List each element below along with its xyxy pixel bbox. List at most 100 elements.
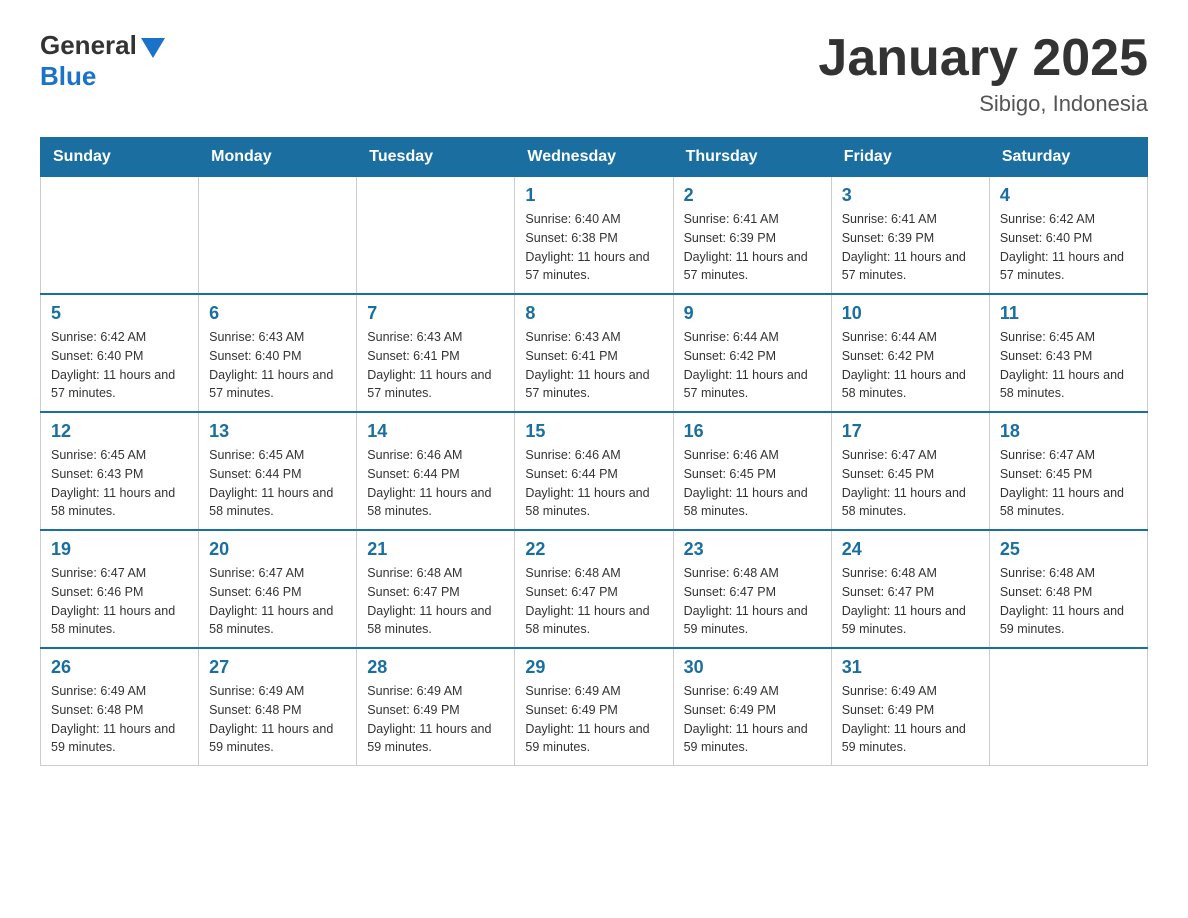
calendar-cell: [41, 177, 199, 295]
day-number: 24: [842, 539, 979, 560]
day-number: 25: [1000, 539, 1137, 560]
day-info: Sunrise: 6:43 AM Sunset: 6:41 PM Dayligh…: [525, 328, 662, 403]
day-number: 23: [684, 539, 821, 560]
day-number: 1: [525, 185, 662, 206]
logo-blue: Blue: [40, 61, 96, 92]
day-number: 26: [51, 657, 188, 678]
calendar-week-row: 1 Sunrise: 6:40 AM Sunset: 6:38 PM Daylig…: [41, 177, 1148, 295]
calendar-cell: 21 Sunrise: 6:48 AM Sunset: 6:47 PM Dayli…: [357, 530, 515, 648]
calendar-cell: [357, 177, 515, 295]
day-number: 14: [367, 421, 504, 442]
calendar-cell: 14 Sunrise: 6:46 AM Sunset: 6:44 PM Dayli…: [357, 412, 515, 530]
day-info: Sunrise: 6:47 AM Sunset: 6:46 PM Dayligh…: [209, 564, 346, 639]
day-number: 31: [842, 657, 979, 678]
day-number: 13: [209, 421, 346, 442]
calendar-cell: 11 Sunrise: 6:45 AM Sunset: 6:43 PM Dayli…: [989, 294, 1147, 412]
day-info: Sunrise: 6:48 AM Sunset: 6:47 PM Dayligh…: [842, 564, 979, 639]
day-number: 11: [1000, 303, 1137, 324]
calendar-cell: 30 Sunrise: 6:49 AM Sunset: 6:49 PM Dayli…: [673, 648, 831, 766]
day-header-sunday: Sunday: [41, 138, 199, 177]
day-header-monday: Monday: [199, 138, 357, 177]
calendar-cell: 17 Sunrise: 6:47 AM Sunset: 6:45 PM Dayli…: [831, 412, 989, 530]
day-info: Sunrise: 6:44 AM Sunset: 6:42 PM Dayligh…: [684, 328, 821, 403]
day-info: Sunrise: 6:46 AM Sunset: 6:44 PM Dayligh…: [367, 446, 504, 521]
day-info: Sunrise: 6:43 AM Sunset: 6:40 PM Dayligh…: [209, 328, 346, 403]
day-info: Sunrise: 6:48 AM Sunset: 6:47 PM Dayligh…: [367, 564, 504, 639]
day-number: 3: [842, 185, 979, 206]
calendar-cell: 13 Sunrise: 6:45 AM Sunset: 6:44 PM Dayli…: [199, 412, 357, 530]
calendar-cell: 26 Sunrise: 6:49 AM Sunset: 6:48 PM Dayli…: [41, 648, 199, 766]
calendar-cell: 24 Sunrise: 6:48 AM Sunset: 6:47 PM Dayli…: [831, 530, 989, 648]
day-number: 17: [842, 421, 979, 442]
day-header-saturday: Saturday: [989, 138, 1147, 177]
day-info: Sunrise: 6:48 AM Sunset: 6:48 PM Dayligh…: [1000, 564, 1137, 639]
day-info: Sunrise: 6:49 AM Sunset: 6:48 PM Dayligh…: [51, 682, 188, 757]
logo-triangle-icon: [141, 38, 165, 58]
day-number: 16: [684, 421, 821, 442]
day-info: Sunrise: 6:46 AM Sunset: 6:45 PM Dayligh…: [684, 446, 821, 521]
calendar-cell: 31Sunrise: 6:49 AM Sunset: 6:49 PM Dayli…: [831, 648, 989, 766]
calendar-cell: 19 Sunrise: 6:47 AM Sunset: 6:46 PM Dayli…: [41, 530, 199, 648]
calendar-cell: 7Sunrise: 6:43 AM Sunset: 6:41 PM Daylig…: [357, 294, 515, 412]
day-info: Sunrise: 6:41 AM Sunset: 6:39 PM Dayligh…: [842, 210, 979, 285]
day-number: 18: [1000, 421, 1137, 442]
calendar-cell: 10Sunrise: 6:44 AM Sunset: 6:42 PM Dayli…: [831, 294, 989, 412]
day-info: Sunrise: 6:40 AM Sunset: 6:38 PM Dayligh…: [525, 210, 662, 285]
logo: General Blue: [40, 30, 165, 92]
day-info: Sunrise: 6:45 AM Sunset: 6:43 PM Dayligh…: [1000, 328, 1137, 403]
day-info: Sunrise: 6:49 AM Sunset: 6:49 PM Dayligh…: [684, 682, 821, 757]
calendar-cell: [989, 648, 1147, 766]
day-number: 21: [367, 539, 504, 560]
calendar-cell: 1 Sunrise: 6:40 AM Sunset: 6:38 PM Daylig…: [515, 177, 673, 295]
day-number: 5: [51, 303, 188, 324]
day-info: Sunrise: 6:42 AM Sunset: 6:40 PM Dayligh…: [51, 328, 188, 403]
day-number: 2: [684, 185, 821, 206]
day-info: Sunrise: 6:46 AM Sunset: 6:44 PM Dayligh…: [525, 446, 662, 521]
day-header-tuesday: Tuesday: [357, 138, 515, 177]
day-header-thursday: Thursday: [673, 138, 831, 177]
day-number: 15: [525, 421, 662, 442]
calendar-cell: 6 Sunrise: 6:43 AM Sunset: 6:40 PM Daylig…: [199, 294, 357, 412]
day-info: Sunrise: 6:44 AM Sunset: 6:42 PM Dayligh…: [842, 328, 979, 403]
calendar-subtitle: Sibigo, Indonesia: [818, 91, 1148, 117]
day-number: 6: [209, 303, 346, 324]
calendar-week-row: 12Sunrise: 6:45 AM Sunset: 6:43 PM Dayli…: [41, 412, 1148, 530]
day-info: Sunrise: 6:47 AM Sunset: 6:45 PM Dayligh…: [842, 446, 979, 521]
day-info: Sunrise: 6:48 AM Sunset: 6:47 PM Dayligh…: [684, 564, 821, 639]
calendar-cell: 15 Sunrise: 6:46 AM Sunset: 6:44 PM Dayli…: [515, 412, 673, 530]
calendar-cell: 9 Sunrise: 6:44 AM Sunset: 6:42 PM Daylig…: [673, 294, 831, 412]
calendar-cell: 3 Sunrise: 6:41 AM Sunset: 6:39 PM Daylig…: [831, 177, 989, 295]
day-info: Sunrise: 6:48 AM Sunset: 6:47 PM Dayligh…: [525, 564, 662, 639]
day-number: 19: [51, 539, 188, 560]
logo-general: General: [40, 30, 137, 61]
day-header-wednesday: Wednesday: [515, 138, 673, 177]
day-info: Sunrise: 6:41 AM Sunset: 6:39 PM Dayligh…: [684, 210, 821, 285]
day-number: 9: [684, 303, 821, 324]
day-number: 8: [525, 303, 662, 324]
calendar-cell: 12Sunrise: 6:45 AM Sunset: 6:43 PM Dayli…: [41, 412, 199, 530]
day-info: Sunrise: 6:47 AM Sunset: 6:46 PM Dayligh…: [51, 564, 188, 639]
day-number: 20: [209, 539, 346, 560]
day-number: 30: [684, 657, 821, 678]
calendar-week-row: 19 Sunrise: 6:47 AM Sunset: 6:46 PM Dayli…: [41, 530, 1148, 648]
day-number: 27: [209, 657, 346, 678]
day-info: Sunrise: 6:45 AM Sunset: 6:44 PM Dayligh…: [209, 446, 346, 521]
calendar-cell: 20 Sunrise: 6:47 AM Sunset: 6:46 PM Dayli…: [199, 530, 357, 648]
day-info: Sunrise: 6:49 AM Sunset: 6:49 PM Dayligh…: [367, 682, 504, 757]
day-header-friday: Friday: [831, 138, 989, 177]
title-area: January 2025 Sibigo, Indonesia: [818, 30, 1148, 117]
calendar-cell: 4Sunrise: 6:42 AM Sunset: 6:40 PM Daylig…: [989, 177, 1147, 295]
calendar-header-row: SundayMondayTuesdayWednesdayThursdayFrid…: [41, 138, 1148, 177]
calendar-cell: 5 Sunrise: 6:42 AM Sunset: 6:40 PM Daylig…: [41, 294, 199, 412]
day-number: 4: [1000, 185, 1137, 206]
day-info: Sunrise: 6:47 AM Sunset: 6:45 PM Dayligh…: [1000, 446, 1137, 521]
calendar-cell: 8 Sunrise: 6:43 AM Sunset: 6:41 PM Daylig…: [515, 294, 673, 412]
calendar-table: SundayMondayTuesdayWednesdayThursdayFrid…: [40, 137, 1148, 766]
calendar-week-row: 26 Sunrise: 6:49 AM Sunset: 6:48 PM Dayli…: [41, 648, 1148, 766]
day-info: Sunrise: 6:49 AM Sunset: 6:48 PM Dayligh…: [209, 682, 346, 757]
calendar-cell: 18 Sunrise: 6:47 AM Sunset: 6:45 PM Dayli…: [989, 412, 1147, 530]
day-number: 28: [367, 657, 504, 678]
calendar-week-row: 5 Sunrise: 6:42 AM Sunset: 6:40 PM Daylig…: [41, 294, 1148, 412]
calendar-cell: 2 Sunrise: 6:41 AM Sunset: 6:39 PM Daylig…: [673, 177, 831, 295]
calendar-cell: 27 Sunrise: 6:49 AM Sunset: 6:48 PM Dayli…: [199, 648, 357, 766]
